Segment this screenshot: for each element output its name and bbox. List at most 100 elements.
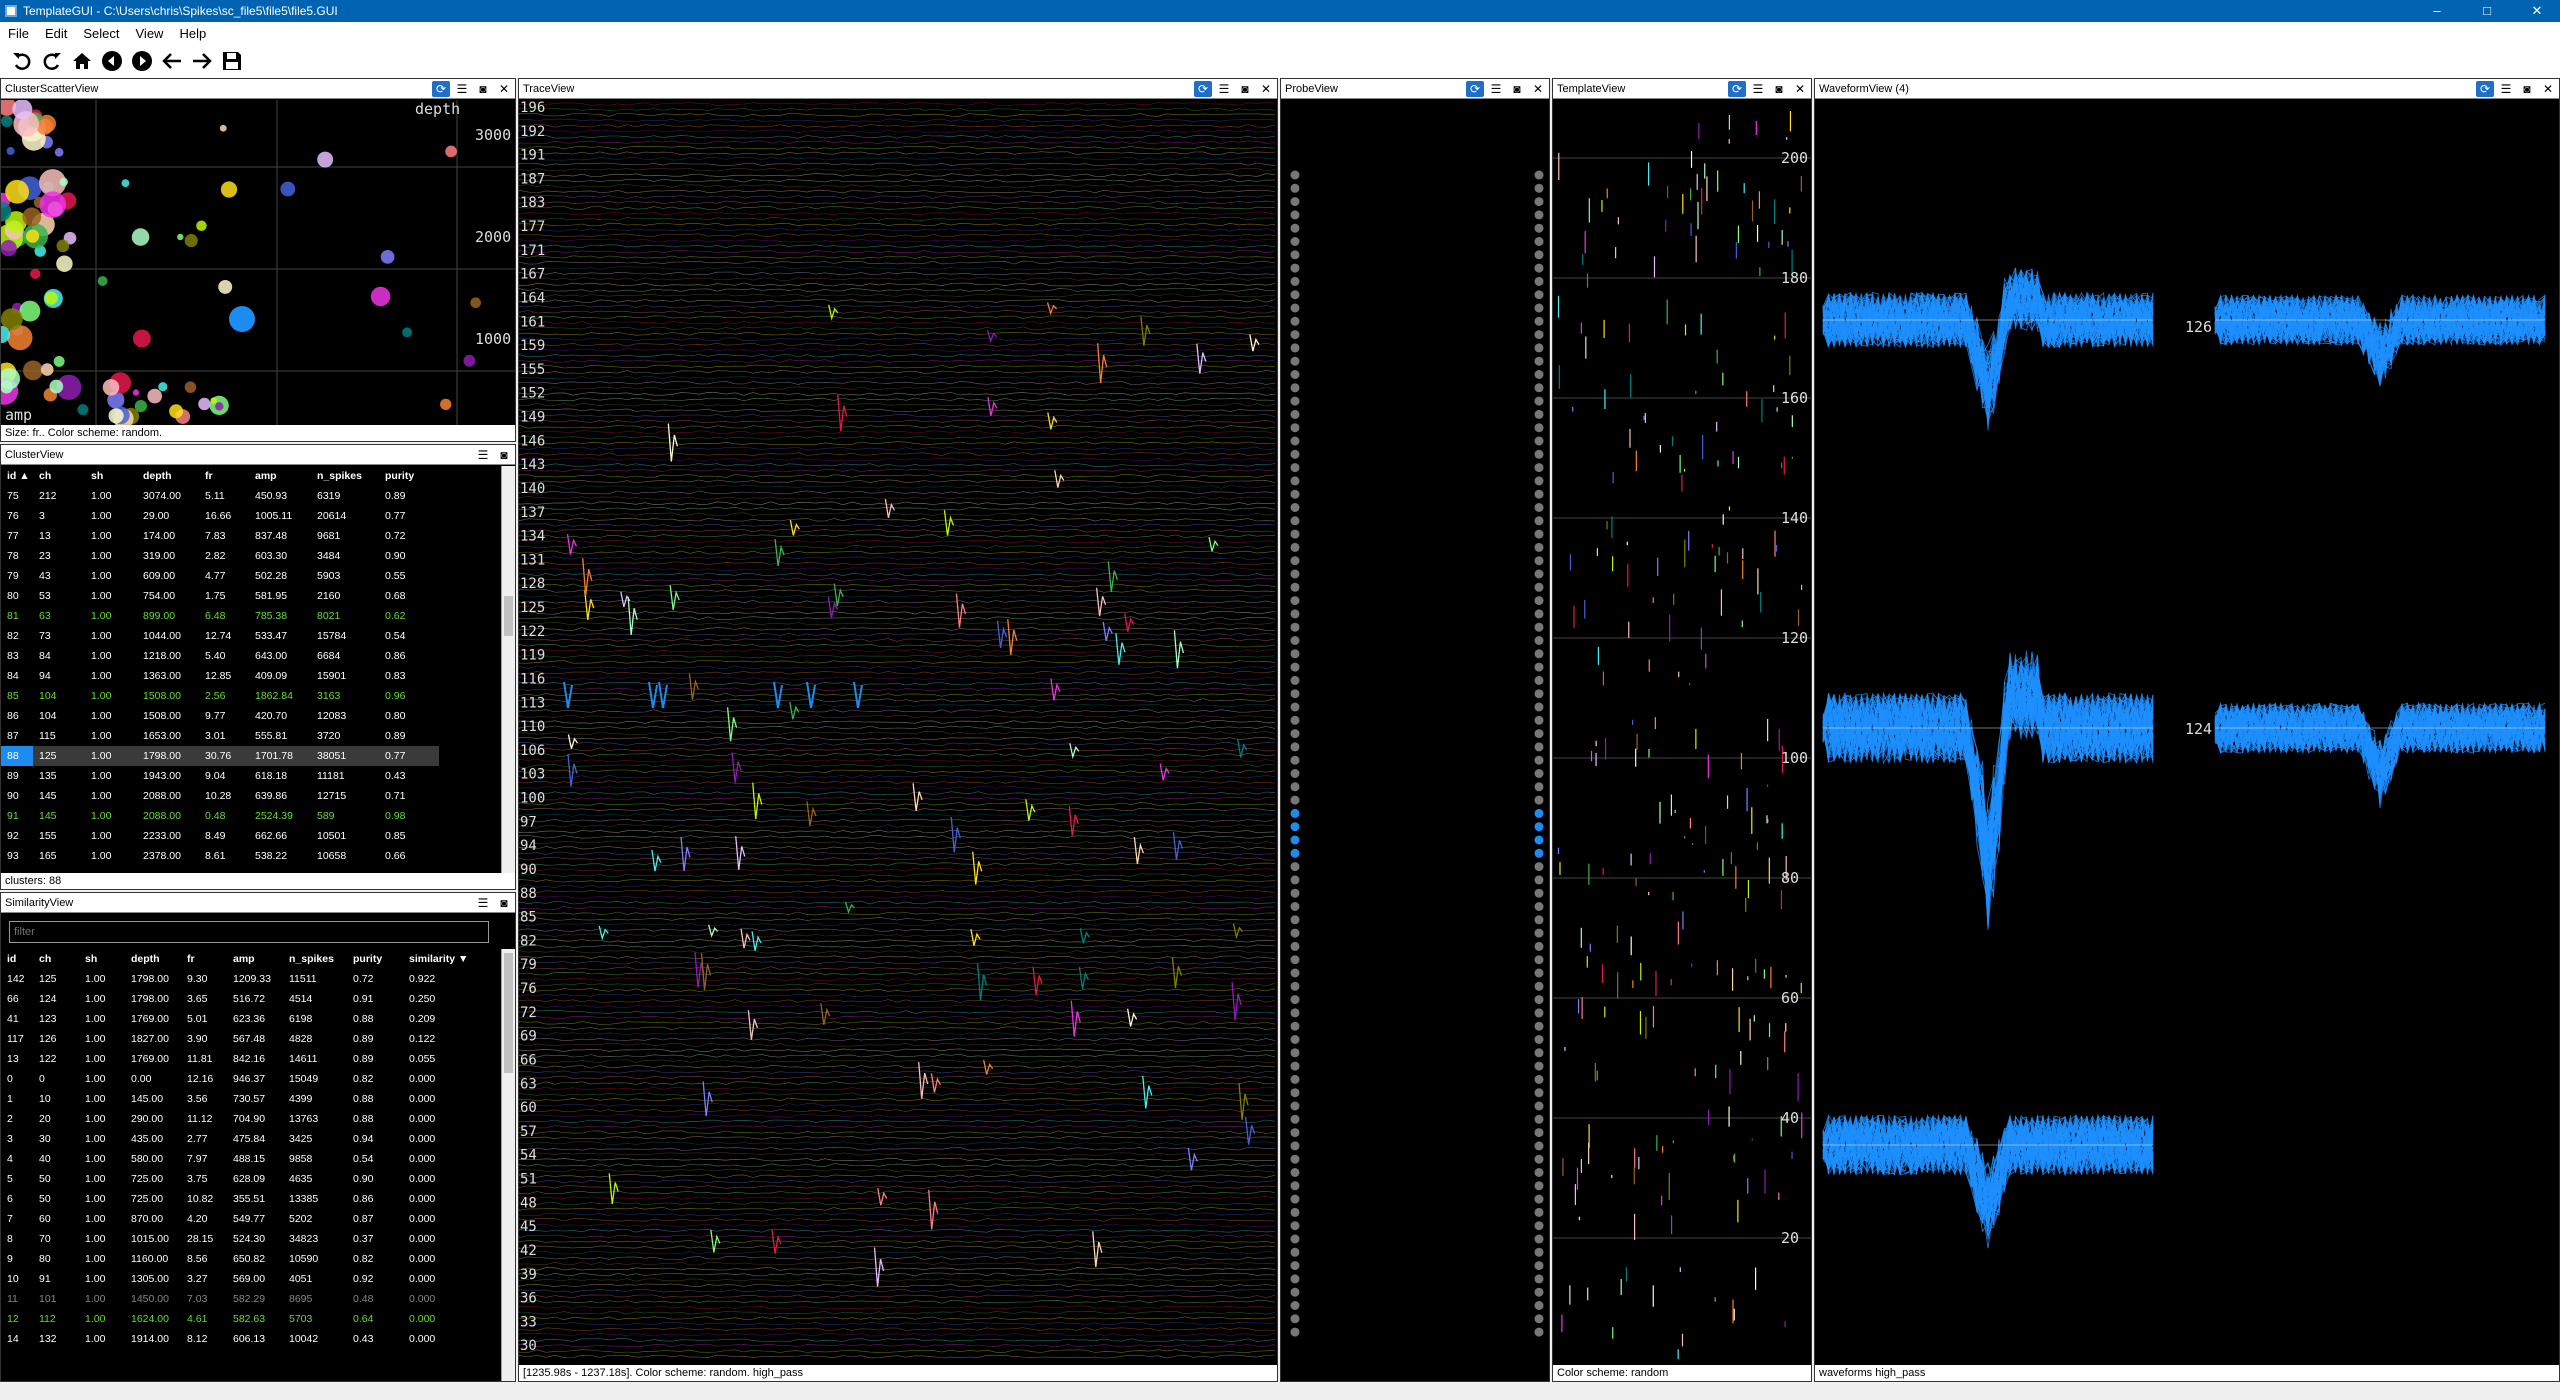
probe-site[interactable] [1534,795,1544,805]
table-row[interactable]: 1 10 1.00 145.00 3.56 730.57 4399 0.88 0.000 [1,1089,469,1109]
cluster-point[interactable] [370,286,391,307]
probe-site[interactable] [1534,1194,1544,1204]
probe-site[interactable] [1290,995,1300,1005]
forward-circle-icon[interactable] [130,49,154,73]
probe-site[interactable] [1290,489,1300,499]
arrow-left-icon[interactable] [160,49,184,73]
probe-site[interactable] [1290,463,1300,473]
similarityview-col-header[interactable]: ch [33,949,79,969]
probe-site[interactable] [1534,303,1544,313]
cluster-point[interactable] [36,118,53,135]
cluster-point[interactable] [6,147,15,156]
table-row[interactable]: 13 122 1.00 1769.00 11.81 842.16 14611 0.89 0.05… [1,1049,469,1069]
probe-site[interactable] [1290,955,1300,965]
refresh-icon[interactable]: ⟳ [432,81,450,97]
probe-site[interactable] [1290,556,1300,566]
probe-site[interactable] [1534,955,1544,965]
table-row[interactable]: 92 155 1.00 2233.00 8.49 662.66 10501 0.85 [1,826,439,846]
probe-site[interactable] [1534,263,1544,273]
probe-site[interactable] [1534,622,1544,632]
similarityview-col-header[interactable]: fr [181,949,227,969]
probe-site[interactable] [1290,1154,1300,1164]
probe-site[interactable] [1290,902,1300,911]
probe-site[interactable] [1534,1074,1544,1084]
table-row[interactable]: 83 84 1.00 1218.00 5.40 643.00 6684 0.86 [1,646,439,666]
probe-site[interactable] [1534,1207,1544,1217]
probe-site[interactable] [1290,689,1300,699]
probe-site[interactable] [1290,290,1300,300]
probe-site[interactable] [1534,1168,1544,1177]
probe-site[interactable] [1534,290,1544,300]
clusterview-col-header[interactable]: depth [137,466,199,486]
table-row[interactable]: 93 165 1.00 2378.00 8.61 538.22 10658 0.66 [1,846,439,866]
cluster-point[interactable] [12,100,33,120]
similarityview-col-header[interactable]: depth [125,949,181,969]
probe-site[interactable] [1290,409,1300,419]
table-row[interactable]: 5 50 1.00 725.00 3.75 628.09 4635 0.90 0.000 [1,1169,469,1189]
probe-site[interactable] [1290,888,1300,898]
camera-icon[interactable]: ◙ [495,447,513,463]
close-icon[interactable]: ✕ [1791,81,1809,97]
probe-site[interactable] [1290,862,1300,872]
refresh-icon[interactable]: ⟳ [2476,81,2494,97]
probe-site[interactable] [1290,1101,1300,1111]
probe-site[interactable] [1290,263,1300,273]
probe-site[interactable] [1534,1301,1544,1310]
table-row[interactable]: 87 115 1.00 1653.00 3.01 555.81 3720 0.89 [1,726,439,746]
probe-site[interactable] [1290,848,1300,858]
menu-icon[interactable]: ☰ [1487,81,1505,97]
probe-site[interactable] [1290,596,1300,606]
menu-icon[interactable]: ☰ [453,81,471,97]
probe-site[interactable] [1534,729,1544,739]
probe-site[interactable] [1534,370,1544,379]
cluster-point[interactable] [132,389,140,396]
cluster-point[interactable] [280,181,296,197]
probe-site[interactable] [1534,516,1544,526]
back-circle-icon[interactable] [100,49,124,73]
probe-site[interactable] [1290,569,1300,579]
probe-site[interactable] [1290,1181,1300,1191]
menu-icon[interactable]: ☰ [1215,81,1233,97]
probe-site[interactable] [1290,542,1300,552]
probe-site[interactable] [1290,1061,1300,1071]
cluster-point[interactable] [23,360,43,381]
camera-icon[interactable]: ◙ [1770,81,1788,97]
table-row[interactable]: 86 104 1.00 1508.00 9.77 420.70 12083 0.80 [1,706,439,726]
probe-site[interactable] [1534,556,1544,566]
probe-site[interactable] [1534,662,1544,672]
probe-site[interactable] [1290,662,1300,672]
probe-site[interactable] [1534,237,1544,246]
clusterview-col-header[interactable]: id ▲ [1,466,33,486]
probe-site[interactable] [1290,769,1300,778]
probe-site[interactable] [1534,383,1544,393]
probe-plot[interactable] [1281,100,1549,1381]
probe-site[interactable] [1534,875,1544,885]
cluster-point[interactable] [210,397,217,404]
cluster-point[interactable] [39,191,67,219]
clusterview-col-header[interactable]: ch [33,466,85,486]
probe-site[interactable] [1290,396,1300,406]
probe-site[interactable] [1534,941,1544,951]
probe-site[interactable] [1290,1301,1300,1310]
probe-site[interactable] [1290,250,1300,260]
probe-site[interactable] [1534,862,1544,872]
probe-site[interactable] [1534,1181,1544,1191]
probe-site[interactable] [1290,237,1300,246]
table-row[interactable]: 8 70 1.00 1015.00 28.15 524.30 34823 0.37 0.000 [1,1229,469,1249]
probe-site[interactable] [1534,822,1544,832]
cluster-point[interactable] [56,239,70,253]
probe-site[interactable] [1534,689,1544,699]
probe-site[interactable] [1290,343,1300,353]
probe-site[interactable] [1290,622,1300,632]
clusterview-col-header[interactable]: purity [379,466,439,486]
cluster-scatter-plot[interactable]: depth amp 3000 2000 1000 1000 2000 3000 [1,100,515,425]
cluster-point[interactable] [1,115,13,128]
probe-site[interactable] [1534,1128,1544,1138]
cluster-point[interactable] [317,151,334,168]
probe-site[interactable] [1534,1247,1544,1257]
probe-site[interactable] [1534,250,1544,260]
probe-site[interactable] [1534,702,1544,712]
clusterview-col-header[interactable]: sh [85,466,137,486]
menu-view[interactable]: View [128,26,172,41]
probe-site[interactable] [1534,1114,1544,1124]
